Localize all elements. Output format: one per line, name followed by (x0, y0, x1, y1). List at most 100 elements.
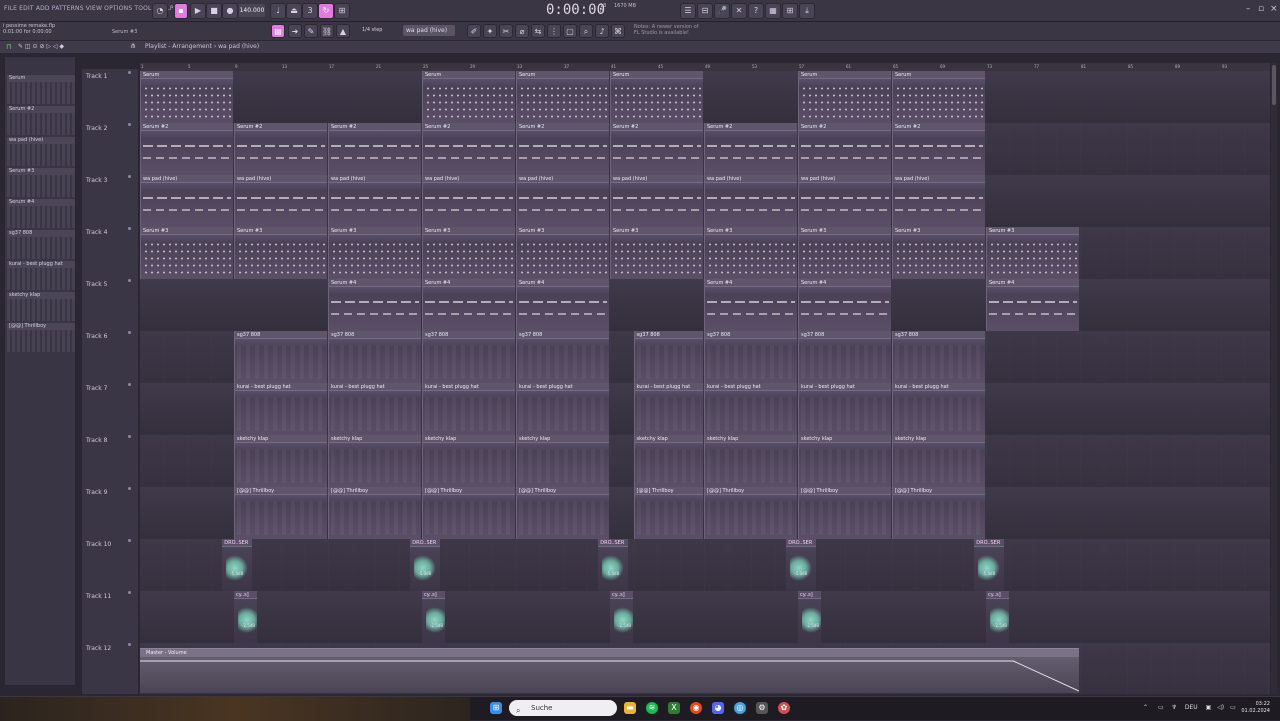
close-icon[interactable]: × (1270, 4, 1278, 14)
minimize-icon[interactable]: – (1246, 4, 1251, 14)
pattern-picker-item[interactable]: [@@] Thrillboy (7, 323, 75, 353)
vertical-scrollbar[interactable] (1271, 63, 1277, 694)
pattern-clip[interactable]: Serum #2 (328, 123, 421, 175)
record-button[interactable]: ● (222, 3, 238, 19)
pattern-clip[interactable]: wa pad (hive) (516, 175, 609, 227)
file-explorer-icon[interactable]: ▬ (624, 702, 636, 714)
draw-mode-icon[interactable]: ✐ (467, 24, 481, 38)
link-icon[interactable]: ⛓ (320, 24, 334, 38)
audio-clip[interactable]: DRO..SER -5.0dB (598, 539, 628, 591)
battery-icon[interactable]: ▭ (1230, 704, 1236, 711)
pattern-clip[interactable]: sg37 808 (516, 331, 609, 383)
pattern-picker-item[interactable]: sg37 808 (7, 230, 75, 260)
pattern-clip[interactable]: kurai - best plugg hat (704, 383, 797, 435)
pattern-clip[interactable]: [@@] Thrillboy (328, 487, 421, 539)
track-mute-led[interactable] (128, 643, 131, 646)
stamp-icon[interactable]: ▲ (336, 24, 350, 38)
pattern-clip[interactable]: [@@] Thrillboy (516, 487, 609, 539)
audio-clip[interactable]: cy..s] -2.5dB (798, 591, 821, 643)
track-lane[interactable] (140, 539, 1270, 591)
discord-icon[interactable]: ◕ (712, 702, 724, 714)
track-label[interactable]: Track 3 (86, 177, 107, 184)
track-label[interactable]: Track 1 (86, 73, 107, 80)
track-mute-led[interactable] (128, 331, 131, 334)
pattern-picker-item[interactable]: wa pad (hive) (7, 137, 75, 167)
pattern-clip[interactable]: Serum #2 (234, 123, 327, 175)
audio-clip[interactable]: cy..s] -2.5dB (986, 591, 1009, 643)
pattern-clip[interactable]: sg37 808 (704, 331, 797, 383)
countdown-icon[interactable]: 3 (302, 3, 318, 19)
song-position-display[interactable]: 0:00:00 (546, 2, 605, 18)
audio-clip[interactable]: DRO..SER -5.0dB (786, 539, 816, 591)
pattern-clip[interactable]: Serum #4 (798, 279, 891, 331)
select-mode-icon[interactable]: ▢ (563, 24, 577, 38)
browser-icon[interactable]: ✕ (731, 3, 747, 19)
pattern-selector[interactable]: wa pad (hive) (403, 25, 455, 36)
track-mute-led[interactable] (128, 487, 131, 490)
pattern-clip[interactable]: Serum (422, 71, 515, 123)
pattern-picker-item[interactable]: kurai - best plugg hat (7, 261, 75, 291)
snap-magnet-icon[interactable]: ⌘ (611, 24, 625, 38)
track-label[interactable]: Track 12 (86, 645, 111, 652)
pattern-clip[interactable]: Serum (516, 71, 609, 123)
slice-mode-icon[interactable]: ⋮ (547, 24, 561, 38)
pattern-clip[interactable]: Serum #3 (986, 227, 1079, 279)
download-icon[interactable]: ⤓ (799, 3, 815, 19)
wait-input-icon[interactable]: ⏏ (286, 3, 302, 19)
playback-mode-icon[interactable]: ♪ (595, 24, 609, 38)
pattern-clip[interactable]: sketchy klap (516, 435, 609, 487)
scrollbar-thumb[interactable] (1272, 65, 1276, 105)
track-mute-led[interactable] (128, 539, 131, 542)
paint-mode-icon[interactable]: ✦ (483, 24, 497, 38)
help-icon[interactable]: ? (748, 3, 764, 19)
track-label[interactable]: Track 10 (86, 541, 111, 548)
pattern-clip[interactable]: [@@] Thrillboy (798, 487, 891, 539)
network-icon[interactable]: ▣ (1206, 704, 1212, 711)
pattern-clip[interactable]: Serum #3 (892, 227, 985, 279)
firefox-icon[interactable]: ◉ (690, 702, 702, 714)
automation-clip[interactable]: Master - Volume (140, 648, 1079, 693)
timeline-ruler[interactable]: 1 5 9 13 17 21 25 29 33 37 41 45 49 53 57 61 65 69 73 77 81 8… (140, 63, 1270, 71)
pattern-picker-item[interactable]: Serum #3 (7, 168, 75, 198)
pattern-clip[interactable]: Serum #3 (610, 227, 703, 279)
playlist-menu-icon[interactable]: ⋔ (130, 42, 136, 50)
pattern-clip[interactable]: Serum #4 (328, 279, 421, 331)
audio-clip[interactable]: DRO..SER -5.0dB (222, 539, 252, 591)
track-mute-led[interactable] (128, 383, 131, 386)
pattern-clip[interactable]: sg37 808 (422, 331, 515, 383)
track-mute-led[interactable] (128, 591, 131, 594)
pattern-clip[interactable]: kurai - best plugg hat (633, 383, 703, 435)
pattern-clip[interactable]: Serum #3 (234, 227, 327, 279)
pattern-clip[interactable]: sketchy klap (234, 435, 327, 487)
pattern-clip[interactable]: Serum #3 (704, 227, 797, 279)
track-lane[interactable] (140, 591, 1270, 643)
pattern-clip[interactable]: kurai - best plugg hat (422, 383, 515, 435)
audio-clip[interactable]: DRO..SER -5.0dB (974, 539, 1004, 591)
update-notice[interactable]: Notes: A newer version of FL Studio is a… (634, 24, 704, 36)
zoom-mode-icon[interactable]: ⌕ (579, 24, 593, 38)
slip-mode-icon[interactable]: ⇆ (531, 24, 545, 38)
pattern-picker-item[interactable]: Serum #4 (7, 199, 75, 229)
track-label[interactable]: Track 9 (86, 489, 107, 496)
play-button[interactable]: ▶ (190, 3, 206, 19)
pattern-clip[interactable]: [@@] Thrillboy (422, 487, 515, 539)
menu-view[interactable]: VIEW (86, 5, 102, 12)
tray-screen-icon[interactable]: ▭ (1158, 704, 1164, 711)
pattern-clip[interactable]: [@@] Thrillboy (892, 487, 985, 539)
pattern-clip[interactable]: Serum #2 (610, 123, 703, 175)
pattern-clip[interactable]: wa pad (hive) (140, 175, 233, 227)
pattern-clip[interactable]: Serum #3 (140, 227, 233, 279)
track-label[interactable]: Track 6 (86, 333, 107, 340)
pattern-clip[interactable]: Serum #2 (798, 123, 891, 175)
pattern-clip[interactable]: [@@] Thrillboy (234, 487, 327, 539)
playlist-view-icon[interactable]: ▤ (271, 24, 285, 38)
keyboard-language[interactable]: DEU (1185, 704, 1198, 711)
track-label[interactable]: Track 7 (86, 385, 107, 392)
pattern-clip[interactable]: sg37 808 (633, 331, 703, 383)
pattern-song-toggle[interactable]: ▪ (174, 3, 188, 19)
track-mute-led[interactable] (128, 227, 131, 230)
windows-start-icon[interactable]: ⊞ (490, 702, 502, 714)
pattern-clip[interactable]: Serum #3 (422, 227, 515, 279)
pattern-clip[interactable]: Serum #3 (516, 227, 609, 279)
pattern-clip[interactable]: sg37 808 (798, 331, 891, 383)
